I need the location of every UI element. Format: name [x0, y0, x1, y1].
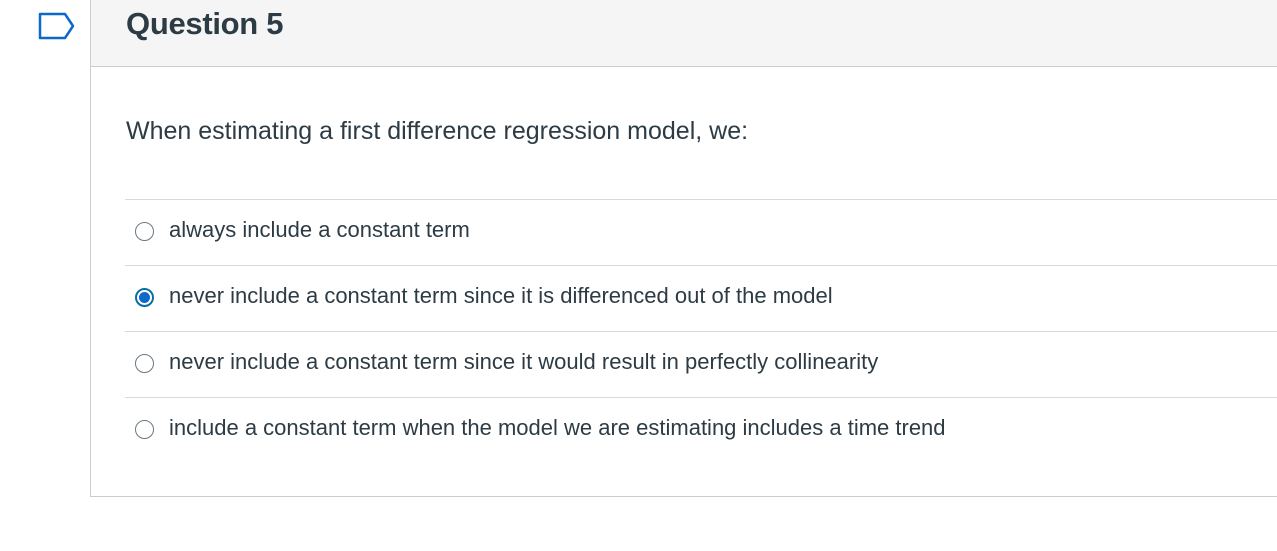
answer-option-1[interactable]: always include a constant term [125, 200, 1277, 266]
radio-button-selected[interactable] [135, 288, 154, 307]
flag-question-icon[interactable] [38, 12, 76, 40]
question-header: Question 5 [91, 0, 1277, 67]
radio-button[interactable] [135, 222, 154, 241]
answer-label: never include a constant term since it i… [169, 283, 833, 308]
answer-label: include a constant term when the model w… [169, 415, 946, 440]
answer-option-3[interactable]: never include a constant term since it w… [125, 332, 1277, 398]
answer-list: always include a constant term never inc… [125, 199, 1277, 463]
radio-button[interactable] [135, 420, 154, 439]
question-title: Question 5 [126, 6, 284, 41]
radio-button[interactable] [135, 354, 154, 373]
answer-option-4[interactable]: include a constant term when the model w… [125, 398, 1277, 463]
answer-label: never include a constant term since it w… [169, 349, 879, 374]
question-panel: Question 5 When estimating a first diffe… [90, 0, 1277, 497]
answer-label: always include a constant term [169, 217, 470, 242]
question-text: When estimating a first difference regre… [126, 117, 749, 145]
answer-option-2[interactable]: never include a constant term since it i… [125, 266, 1277, 332]
